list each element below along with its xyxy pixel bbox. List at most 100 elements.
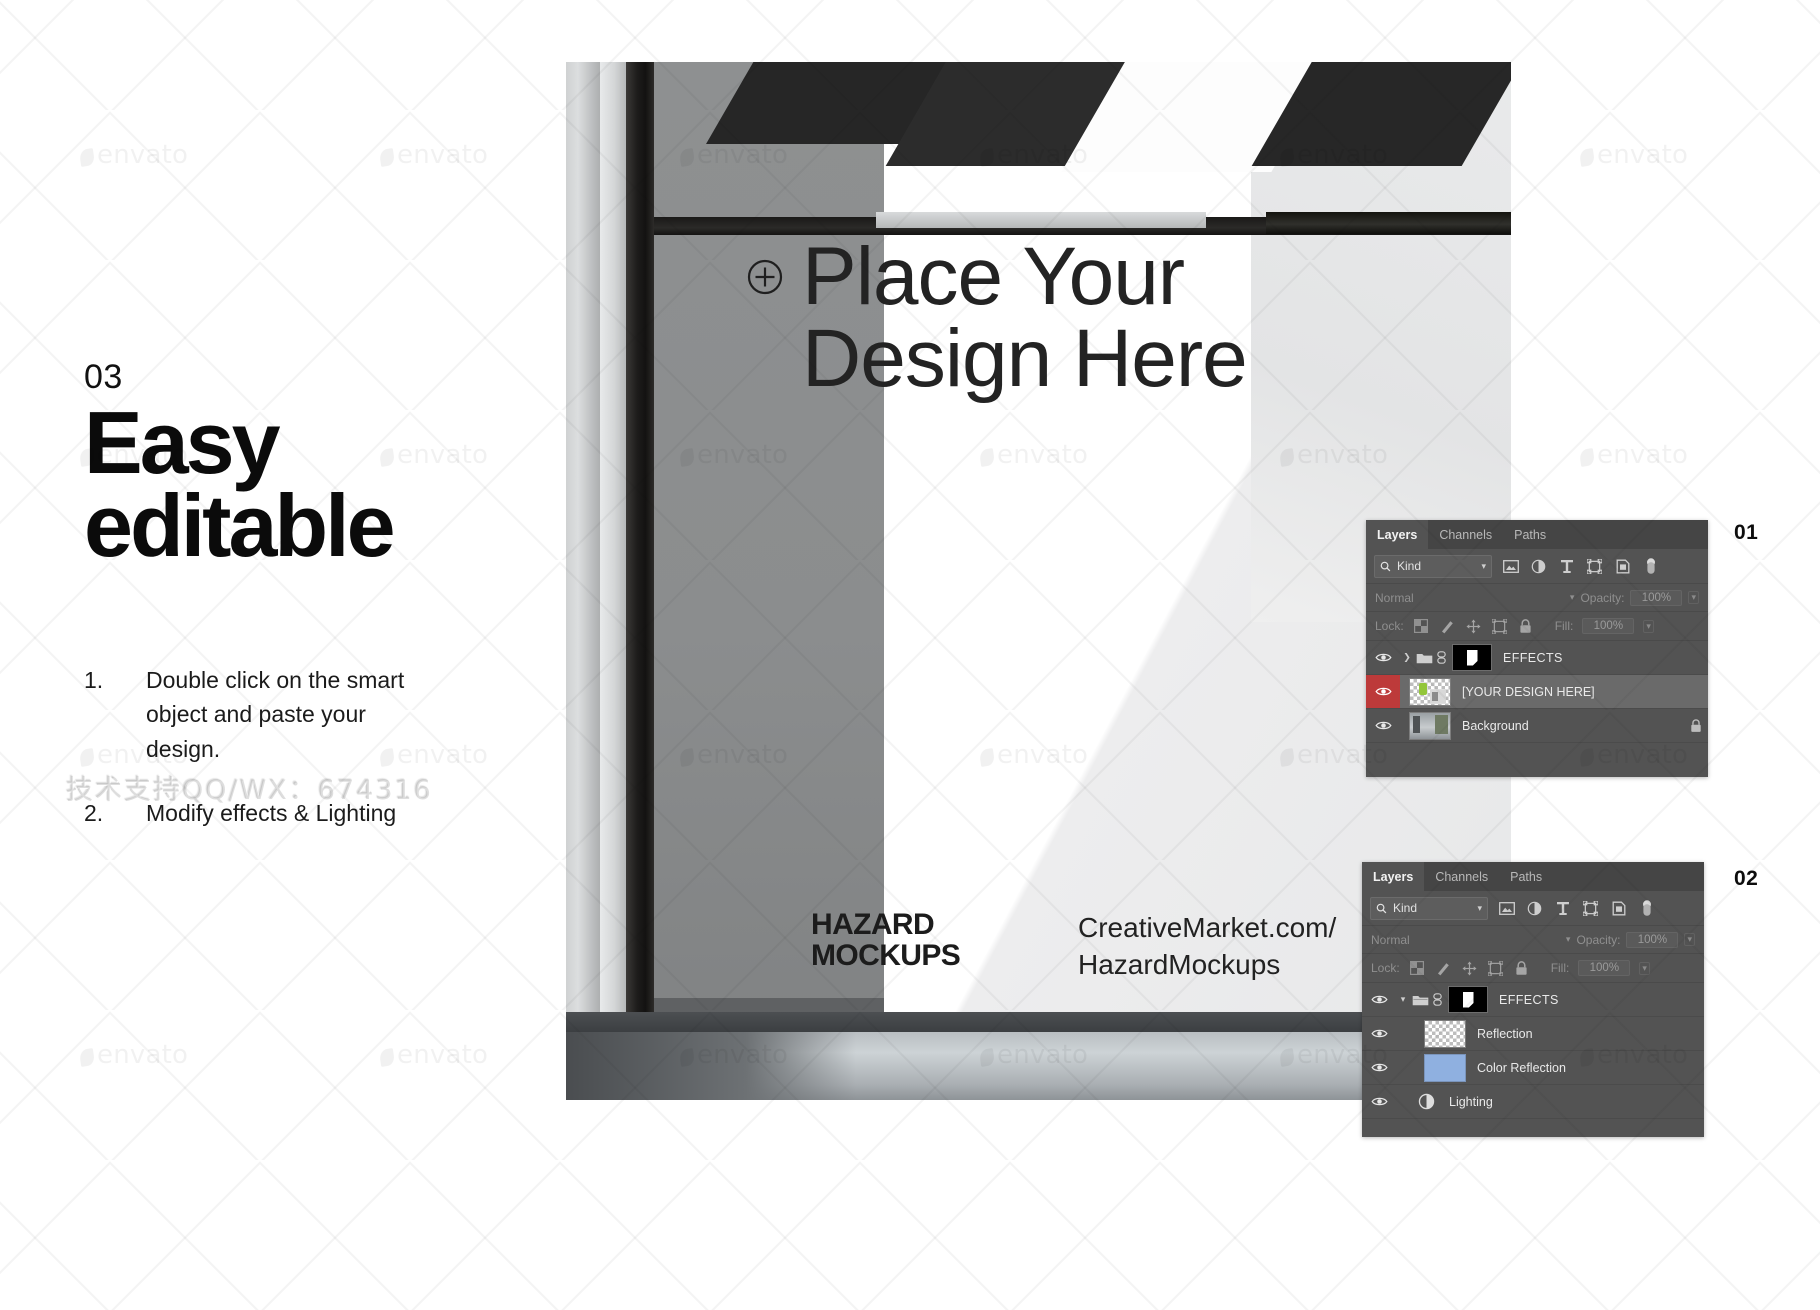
watermark-cross	[410, 1160, 560, 1310]
layer-visibility-toggle[interactable]	[1366, 675, 1400, 708]
type-filter-icon[interactable]	[1557, 557, 1576, 576]
magnifier-icon	[1380, 561, 1391, 571]
chevron-down-icon[interactable]: ▾	[1688, 591, 1699, 604]
tab-channels[interactable]: Channels	[1424, 862, 1499, 891]
image-filter-icon[interactable]	[1501, 557, 1520, 576]
adjustment-filter-icon[interactable]	[1525, 899, 1544, 918]
chevron-right-icon[interactable]: ❯	[1400, 652, 1414, 663]
layers-panel-02[interactable]: Layers Channels Paths Kind ▾ Normal ▾ Op…	[1362, 862, 1704, 1137]
url-line-1: CreativeMarket.com/	[1078, 912, 1337, 943]
watermark-brand: envato	[378, 1040, 488, 1070]
smart-object-filter-icon[interactable]	[1609, 899, 1628, 918]
layer-name: Background	[1462, 718, 1529, 733]
lock-image-icon[interactable]	[1435, 960, 1452, 977]
logo-line-1: HAZARD	[811, 908, 935, 941]
watermark-cross	[110, 1160, 260, 1310]
opacity-input[interactable]: 100%	[1630, 589, 1683, 606]
step-text: Double click on the smart object and pas…	[146, 667, 405, 762]
table-row[interactable]: Color Reflection	[1362, 1051, 1704, 1085]
layer-visibility-toggle[interactable]	[1362, 1051, 1396, 1084]
blend-mode-select[interactable]: Normal ▾	[1371, 931, 1570, 949]
door-base	[654, 998, 884, 1012]
watermark-cross	[0, 110, 110, 260]
table-row[interactable]: ❯ EFFECTS	[1366, 641, 1708, 675]
image-filter-icon[interactable]	[1497, 899, 1516, 918]
lock-all-icon[interactable]	[1513, 960, 1530, 977]
section-number: 03	[84, 358, 123, 396]
tab-channels[interactable]: Channels	[1428, 520, 1503, 549]
fill-input[interactable]: 100%	[1582, 618, 1635, 634]
layer-thumbnail[interactable]	[1409, 711, 1451, 740]
eye-icon	[1374, 721, 1392, 730]
window-transom-highlight	[876, 212, 1206, 228]
filter-kind-select[interactable]: Kind ▾	[1374, 554, 1492, 578]
layer-visibility-toggle[interactable]	[1362, 1017, 1396, 1050]
layers-panel-01[interactable]: Layers Channels Paths Kind ▾ Normal ▾ Op…	[1366, 520, 1708, 777]
magnifier-icon	[1376, 903, 1387, 913]
sidewalk-shadow	[566, 1032, 856, 1100]
layer-mask-thumbnail[interactable]	[1452, 644, 1492, 671]
lock-artboard-icon[interactable]	[1487, 960, 1504, 977]
watermark-cross	[560, 1160, 710, 1310]
pixel-filter-icon[interactable]	[1641, 557, 1660, 576]
layer-visibility-toggle[interactable]	[1362, 983, 1396, 1016]
watermark-brand: envato	[78, 1040, 188, 1070]
shape-filter-icon[interactable]	[1585, 557, 1604, 576]
table-row[interactable]: Lighting	[1362, 1085, 1704, 1119]
lock-all-icon[interactable]	[1517, 618, 1534, 635]
type-filter-icon[interactable]	[1553, 899, 1572, 918]
chevron-down-icon[interactable]: ▾	[1639, 961, 1650, 975]
tab-layers[interactable]: Layers	[1366, 520, 1429, 549]
watermark-cross	[1760, 1160, 1820, 1310]
lock-transparency-icon[interactable]	[1409, 960, 1426, 977]
eye-icon	[1370, 995, 1388, 1004]
layer-mask-thumbnail[interactable]	[1448, 986, 1488, 1013]
tab-layers[interactable]: Layers	[1362, 862, 1425, 891]
eye-icon	[1370, 1097, 1388, 1106]
headline-line-2: editable	[84, 475, 396, 575]
chevron-down-icon[interactable]: ▾	[1396, 994, 1410, 1005]
adjustment-filter-icon[interactable]	[1529, 557, 1548, 576]
table-row[interactable]: Background	[1366, 709, 1708, 743]
link-mask-icon[interactable]	[1434, 651, 1449, 664]
watermark-cross	[1760, 1010, 1820, 1160]
adjustment-layer-icon[interactable]	[1414, 1092, 1438, 1111]
layer-visibility-toggle[interactable]	[1366, 709, 1400, 742]
panel-empty-area	[1366, 743, 1708, 777]
lock-transparency-icon[interactable]	[1413, 618, 1430, 635]
layer-thumbnail[interactable]	[1424, 1053, 1466, 1082]
layer-name: EFFECTS	[1499, 992, 1559, 1007]
design-placeholder-text: Place Your Design Here	[802, 236, 1422, 400]
opacity-input[interactable]: 100%	[1626, 931, 1679, 948]
lock-position-icon[interactable]	[1461, 960, 1478, 977]
watermark-cross	[1610, 110, 1760, 260]
lock-image-icon[interactable]	[1439, 618, 1456, 635]
layer-name: EFFECTS	[1503, 650, 1563, 665]
link-mask-icon[interactable]	[1430, 993, 1445, 1006]
layer-thumbnail[interactable]	[1409, 677, 1451, 706]
layer-visibility-toggle[interactable]	[1362, 1085, 1396, 1118]
fill-input[interactable]: 100%	[1578, 960, 1631, 976]
table-row[interactable]: Reflection	[1362, 1017, 1704, 1051]
chevron-down-icon[interactable]: ▾	[1643, 619, 1654, 633]
table-row[interactable]: [YOUR DESIGN HERE]	[1366, 675, 1708, 709]
chevron-down-icon[interactable]: ▾	[1684, 933, 1695, 946]
lock-artboard-icon[interactable]	[1491, 618, 1508, 635]
tab-paths[interactable]: Paths	[1499, 862, 1553, 891]
layer-visibility-toggle[interactable]	[1366, 641, 1400, 674]
envato-leaf-icon	[78, 1048, 96, 1067]
plus-circle-icon	[747, 259, 783, 295]
blend-mode-select[interactable]: Normal ▾	[1375, 589, 1574, 607]
panel-tab-bar: Layers Channels Paths	[1362, 862, 1704, 891]
pixel-filter-icon[interactable]	[1637, 899, 1656, 918]
shape-filter-icon[interactable]	[1581, 899, 1600, 918]
panel-tab-bar: Layers Channels Paths	[1366, 520, 1708, 549]
envato-leaf-icon	[378, 148, 396, 167]
table-row[interactable]: ▾ EFFECTS	[1362, 983, 1704, 1017]
filter-kind-select[interactable]: Kind ▾	[1370, 896, 1488, 920]
smart-object-filter-icon[interactable]	[1613, 557, 1632, 576]
lock-position-icon[interactable]	[1465, 618, 1482, 635]
watermark-cross	[0, 1010, 110, 1160]
tab-paths[interactable]: Paths	[1503, 520, 1557, 549]
layer-thumbnail[interactable]	[1424, 1019, 1466, 1048]
